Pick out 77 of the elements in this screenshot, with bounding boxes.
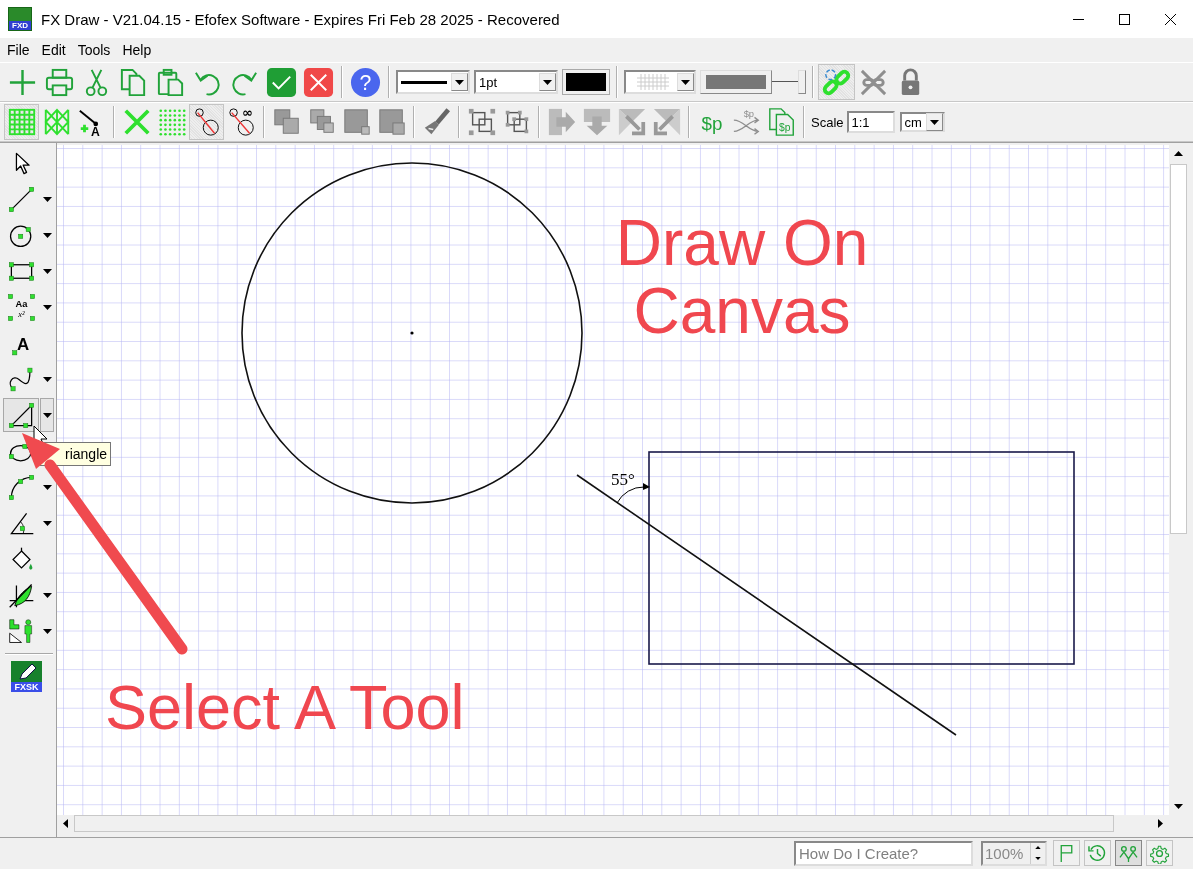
maximize-icon <box>1118 13 1130 25</box>
app-icon: FXD <box>8 7 32 31</box>
scale-label: Scale <box>811 114 844 130</box>
graph-tool-icon <box>7 581 35 609</box>
printer-icon <box>44 66 75 98</box>
caret-icon <box>1158 819 1163 828</box>
shapes-tool-icon <box>7 617 35 645</box>
tool-dropdown-button[interactable] <box>40 398 54 432</box>
unit-dropdown[interactable]: cm <box>899 112 945 132</box>
triangle-tool-button[interactable] <box>3 398 39 432</box>
diagonal-arrow-icon <box>651 107 682 137</box>
gear-button[interactable] <box>1146 840 1173 866</box>
slider-thumb[interactable] <box>798 70 806 94</box>
caret-icon <box>42 196 52 202</box>
grid-icon <box>6 107 37 137</box>
angle-arc <box>616 483 650 504</box>
right-arrow-icon <box>546 107 577 137</box>
caret-icon <box>455 79 464 85</box>
unit-dropdown[interactable]: 1pt <box>474 70 558 94</box>
clipboard-icon <box>155 66 186 98</box>
arc-tool-icon <box>7 473 35 501</box>
angle-label: 55° <box>611 470 635 489</box>
caret-icon <box>681 79 690 85</box>
menu-item[interactable]: Tools <box>71 42 117 58</box>
scale-field[interactable]: 1:1 <box>846 111 895 133</box>
line-color-swatch[interactable] <box>563 70 609 94</box>
history-button[interactable] <box>1084 840 1111 866</box>
sketch-button[interactable]: FXSK <box>11 661 42 692</box>
solid-line-icon <box>401 80 447 84</box>
rectangle-shape[interactable] <box>648 451 1075 665</box>
flag-button[interactable] <box>1053 840 1080 866</box>
menu-item[interactable]: File <box>1 42 36 58</box>
cancel-icon <box>303 66 334 98</box>
caret-icon <box>1173 151 1183 156</box>
annotation-text: Select A Tool <box>105 673 465 741</box>
snap-button[interactable] <box>189 104 224 140</box>
center-point <box>410 331 414 335</box>
close-icon <box>1164 13 1176 25</box>
curve-tool-icon <box>7 365 35 393</box>
caret-icon <box>42 484 52 490</box>
caret-icon <box>63 819 68 828</box>
caret-icon <box>929 119 939 125</box>
pencil-icon <box>17 663 37 681</box>
menu-item[interactable]: Edit <box>35 42 72 58</box>
diagonal-arrow-icon <box>616 107 647 137</box>
caret-icon <box>42 592 52 598</box>
down-arrow-icon <box>581 107 612 137</box>
dot-grid-icon <box>156 107 187 137</box>
scroll-thumb[interactable] <box>1169 164 1187 534</box>
triangle-tool-icon <box>7 401 35 429</box>
caret-icon <box>42 232 52 238</box>
people-button[interactable] <box>1115 840 1142 866</box>
fill-pattern-dropdown[interactable] <box>624 70 696 94</box>
send-backward-icon <box>376 107 407 137</box>
fill-color-preview[interactable] <box>700 70 772 94</box>
send-to-back-icon <box>341 107 372 137</box>
caret-icon <box>543 79 552 85</box>
history-icon <box>1087 842 1108 864</box>
caret-icon <box>42 268 52 274</box>
grid-canvas[interactable] <box>57 145 1169 815</box>
line-tool-icon <box>7 185 35 213</box>
group-icon <box>466 107 497 137</box>
caret-icon <box>42 412 52 418</box>
caret-icon <box>42 304 52 310</box>
menu-item[interactable]: Help <box>116 42 158 58</box>
line-style-dropdown[interactable] <box>396 70 470 94</box>
bring-to-front-icon <box>271 107 302 137</box>
checkmark-icon <box>266 66 297 98</box>
minimize-icon <box>1072 18 1084 20</box>
annotation-text: Draw On Canvas <box>614 209 870 345</box>
chain-icon <box>821 66 852 98</box>
caret-icon <box>42 520 52 526</box>
caret-icon <box>42 628 52 634</box>
help-search-field[interactable]: How Do I Create? <box>794 840 973 866</box>
caret-icon <box>42 376 52 382</box>
opacity-slider[interactable] <box>772 70 806 94</box>
window-title: FX Draw - V21.04.15 - Efofex Software - Expires Fri Feb 28 2025 - Recovered <box>41 10 561 28</box>
